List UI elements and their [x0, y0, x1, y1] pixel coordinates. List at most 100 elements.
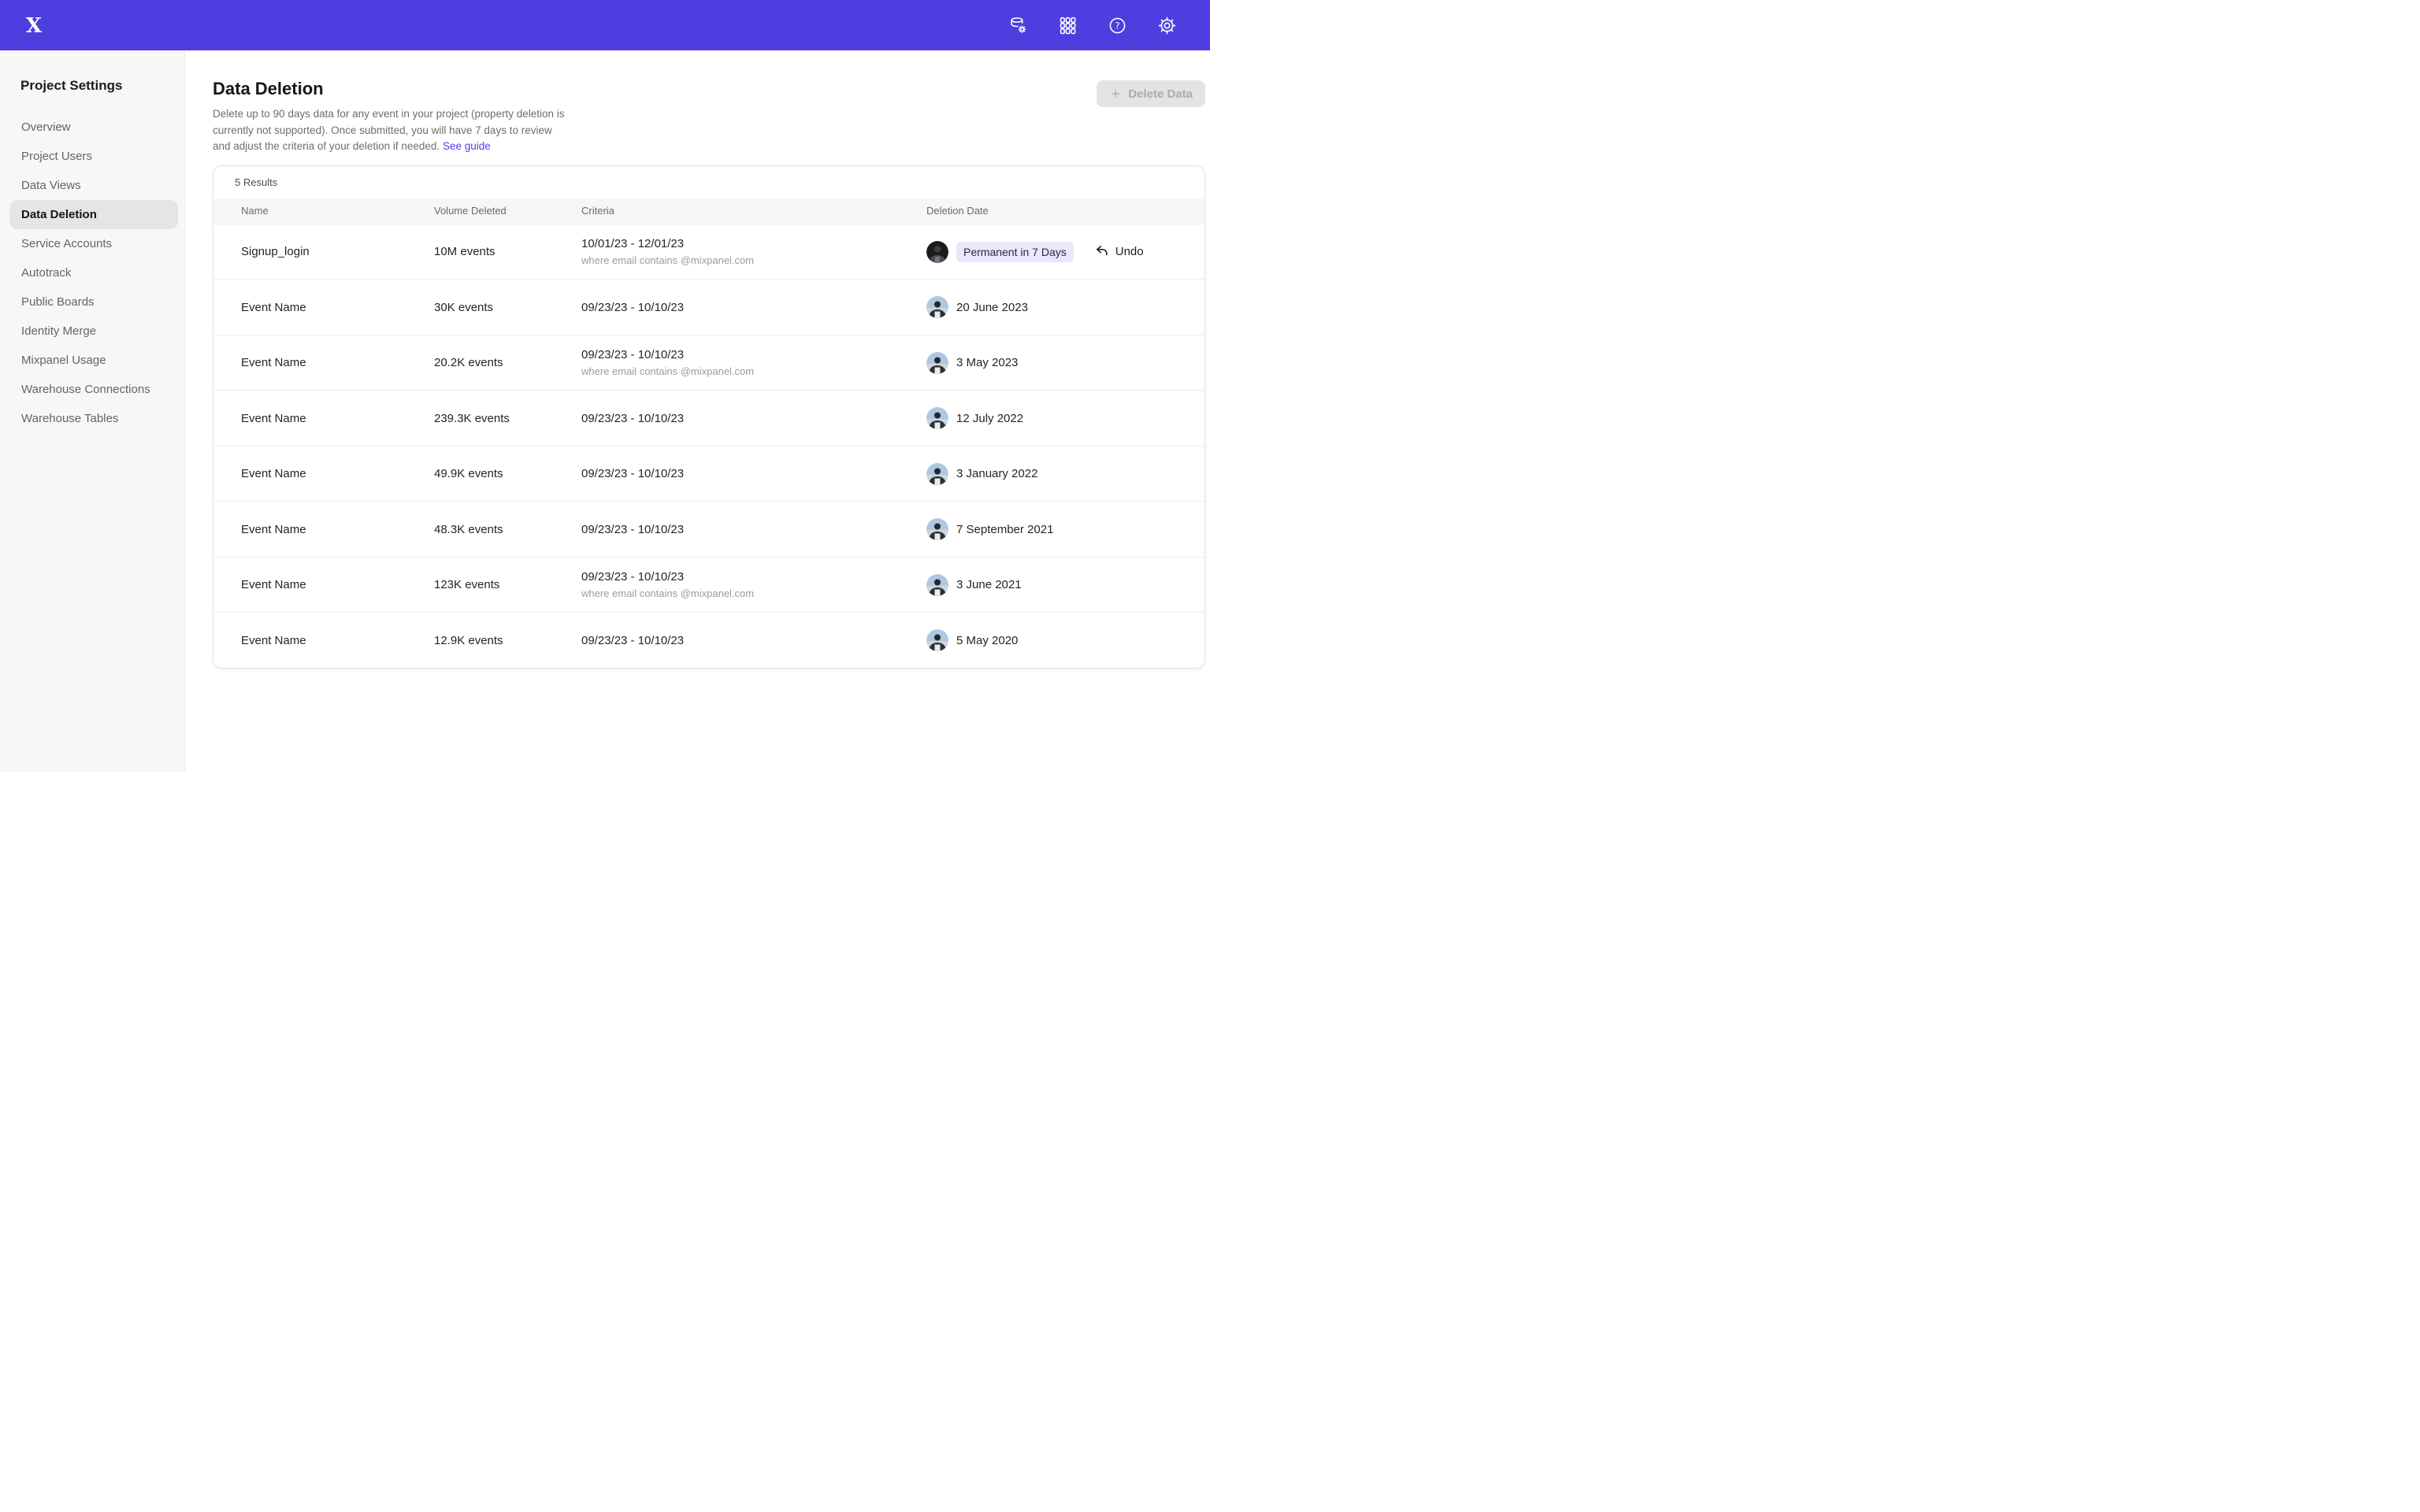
event-name-cell: Signup_login [241, 245, 434, 258]
avatar [926, 574, 948, 596]
table-row: Event Name 12.9K events 09/23/23 - 10/10… [213, 612, 1204, 668]
avatar [926, 352, 948, 374]
event-name-cell: Event Name [241, 356, 434, 369]
sidebar-item-autotrack[interactable]: Autotrack [9, 258, 178, 287]
undo-button-label: Undo [1115, 245, 1144, 258]
sidebar-item-mixpanel-usage[interactable]: Mixpanel Usage [9, 346, 178, 375]
deletion-date-text: 12 July 2022 [956, 412, 1023, 425]
results-count: 5 Results [213, 166, 1204, 198]
user-avatar-photo [926, 241, 948, 263]
sidebar-item-label: Identity Merge [21, 324, 96, 338]
apps-grid-icon[interactable] [1057, 15, 1078, 35]
page-description: Delete up to 90 days data for any event … [213, 106, 565, 155]
event-name-cell: Event Name [241, 634, 434, 647]
volume-deleted-cell: 20.2K events [434, 356, 581, 369]
undo-button[interactable]: Undo [1095, 244, 1144, 259]
column-header-volume: Volume Deleted [434, 205, 581, 217]
help-icon[interactable]: ? [1107, 15, 1127, 35]
event-name-cell: Event Name [241, 578, 434, 591]
deletion-date-text: 7 September 2021 [956, 523, 1053, 536]
sidebar-item-label: Mixpanel Usage [21, 354, 106, 367]
deletion-date-cell: 3 May 2023 [926, 352, 1204, 374]
criteria-date-range: 09/23/23 - 10/10/23 [581, 523, 926, 536]
sidebar-item-label: Autotrack [21, 266, 71, 280]
avatar [926, 629, 948, 651]
table-row: Event Name 123K events 09/23/23 - 10/10/… [213, 557, 1204, 613]
avatar [926, 241, 948, 263]
user-avatar-photo [926, 518, 948, 540]
sidebar-item-label: Warehouse Connections [21, 383, 150, 396]
deletion-date-cell: 5 May 2020 [926, 629, 1204, 651]
user-avatar-photo [926, 629, 948, 651]
avatar [926, 407, 948, 429]
sidebar-item-warehouse-connections[interactable]: Warehouse Connections [9, 375, 178, 404]
table-header-row: Name Volume Deleted Criteria Deletion Da… [213, 198, 1204, 224]
sidebar-item-label: Overview [21, 120, 71, 134]
sidebar-item-warehouse-tables[interactable]: Warehouse Tables [9, 404, 178, 433]
sidebar-item-label: Data Deletion [21, 208, 97, 221]
sidebar-item-data-deletion[interactable]: Data Deletion [9, 200, 178, 229]
criteria-filter: where email contains @mixpanel.com [581, 587, 926, 599]
user-avatar-photo [926, 463, 948, 485]
criteria-cell: 09/23/23 - 10/10/23 [581, 634, 926, 647]
avatar [926, 518, 948, 540]
mixpanel-logo[interactable]: X [22, 13, 46, 37]
user-avatar-photo [926, 407, 948, 429]
table-row: Signup_login 10M events 10/01/23 - 12/01… [213, 224, 1204, 280]
sidebar-item-identity-merge[interactable]: Identity Merge [9, 317, 178, 346]
sidebar-item-overview[interactable]: Overview [9, 113, 178, 142]
settings-sidebar: Project Settings Overview Project Users … [0, 50, 185, 772]
deletion-date-cell: 3 June 2021 [926, 574, 1204, 596]
sidebar-item-data-views[interactable]: Data Views [9, 171, 178, 200]
deletion-date-text: 3 January 2022 [956, 467, 1037, 480]
table-row: Event Name 49.9K events 09/23/23 - 10/10… [213, 446, 1204, 502]
avatar [926, 296, 948, 318]
event-name-cell: Event Name [241, 467, 434, 480]
page-header: Data Deletion Delete up to 90 days data … [213, 79, 1205, 155]
table-row: Event Name 239.3K events 09/23/23 - 10/1… [213, 390, 1204, 446]
table-row: Event Name 48.3K events 09/23/23 - 10/10… [213, 501, 1204, 557]
delete-data-button[interactable]: Delete Data [1097, 80, 1205, 107]
deletion-requests-card: 5 Results Name Volume Deleted Criteria D… [213, 165, 1205, 669]
topbar-icon-group: ? [1008, 15, 1177, 35]
criteria-cell: 09/23/23 - 10/10/23 [581, 301, 926, 314]
sidebar-title: Project Settings [20, 78, 184, 94]
page-title: Data Deletion [213, 79, 565, 99]
page-description-text: Delete up to 90 days data for any event … [213, 108, 565, 152]
criteria-date-range: 09/23/23 - 10/10/23 [581, 634, 926, 647]
sidebar-items: Overview Project Users Data Views Data D… [0, 113, 184, 433]
criteria-date-range: 09/23/23 - 10/10/23 [581, 412, 926, 425]
criteria-date-range: 09/23/23 - 10/10/23 [581, 570, 926, 584]
see-guide-link[interactable]: See guide [443, 140, 491, 152]
sidebar-item-project-users[interactable]: Project Users [9, 142, 178, 171]
deletion-date-text: 5 May 2020 [956, 634, 1018, 647]
user-avatar-photo [926, 296, 948, 318]
criteria-date-range: 10/01/23 - 12/01/23 [581, 237, 926, 250]
criteria-cell: 09/23/23 - 10/10/23 [581, 412, 926, 425]
criteria-filter: where email contains @mixpanel.com [581, 365, 926, 377]
volume-deleted-cell: 48.3K events [434, 523, 581, 536]
plus-icon [1109, 87, 1122, 100]
sidebar-item-label: Warehouse Tables [21, 412, 118, 425]
criteria-date-range: 09/23/23 - 10/10/23 [581, 467, 926, 480]
criteria-cell: 09/23/23 - 10/10/23 [581, 467, 926, 480]
volume-deleted-cell: 239.3K events [434, 412, 581, 425]
event-name-cell: Event Name [241, 523, 434, 536]
sidebar-item-label: Service Accounts [21, 237, 112, 250]
sidebar-item-public-boards[interactable]: Public Boards [9, 287, 178, 317]
data-management-icon[interactable] [1008, 15, 1028, 35]
sidebar-item-service-accounts[interactable]: Service Accounts [9, 229, 178, 258]
sidebar-item-label: Data Views [21, 179, 81, 192]
user-avatar-photo [926, 352, 948, 374]
deletion-date-text: 3 May 2023 [956, 356, 1018, 369]
avatar [926, 463, 948, 485]
column-header-deletion-date: Deletion Date [926, 205, 1204, 217]
user-avatar-photo [926, 574, 948, 596]
column-header-criteria: Criteria [581, 205, 926, 217]
criteria-date-range: 09/23/23 - 10/10/23 [581, 301, 926, 314]
settings-icon[interactable] [1156, 15, 1177, 35]
deletion-date-cell: Permanent in 7 Days Undo [926, 241, 1204, 263]
deletion-date-text: 3 June 2021 [956, 578, 1022, 591]
criteria-date-range: 09/23/23 - 10/10/23 [581, 348, 926, 361]
volume-deleted-cell: 49.9K events [434, 467, 581, 480]
